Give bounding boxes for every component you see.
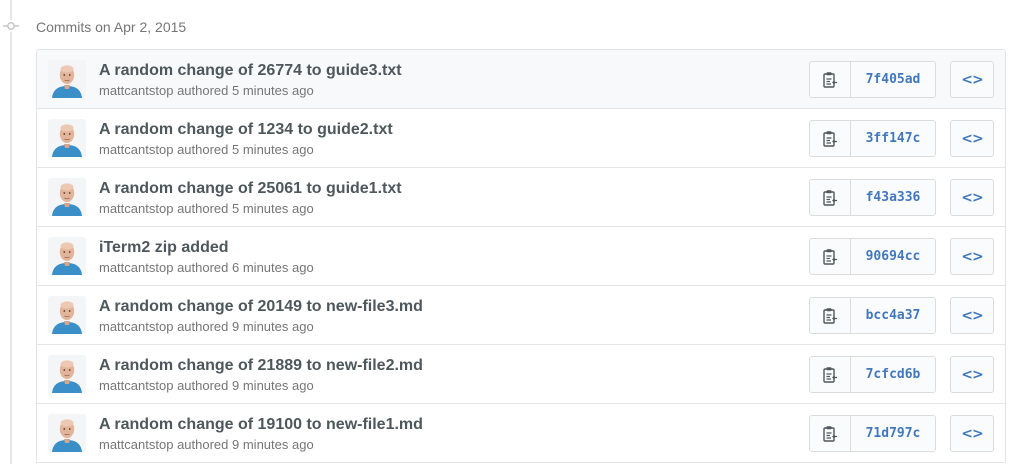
commit-time: 9 minutes ago: [232, 378, 314, 393]
commit-sha-link[interactable]: 90694cc: [851, 239, 935, 274]
commit-author[interactable]: mattcantstop: [99, 201, 173, 216]
code-icon: <>: [961, 366, 983, 383]
code-icon: <>: [961, 71, 983, 88]
commit-meta: mattcantstop authored 5 minutes ago: [99, 142, 314, 158]
commit-title[interactable]: A random change of 20149 to new-file3.md: [99, 297, 423, 317]
user-avatar[interactable]: [48, 178, 86, 216]
commit-action: authored: [177, 437, 229, 452]
browse-code-button[interactable]: <>: [950, 61, 994, 98]
commit-action: authored: [177, 319, 229, 334]
commit-sha-link[interactable]: 7f405ad: [851, 62, 935, 97]
commit-date-header: Commits on Apr 2, 2015: [36, 19, 187, 35]
browse-code-button[interactable]: <>: [950, 238, 994, 275]
code-icon: <>: [961, 425, 983, 442]
commit-title[interactable]: iTerm2 zip added: [99, 238, 229, 258]
sha-button-group: f43a336: [809, 179, 936, 216]
commit-meta: mattcantstop authored 9 minutes ago: [99, 378, 314, 394]
commit-author[interactable]: mattcantstop: [99, 437, 173, 452]
commit-list: A random change of 26774 to guide3.txt m…: [36, 49, 1006, 463]
browse-code-button[interactable]: <>: [950, 120, 994, 157]
code-icon: <>: [961, 248, 983, 265]
commit-action: authored: [177, 260, 229, 275]
commit-time: 9 minutes ago: [232, 437, 314, 452]
commit-author[interactable]: mattcantstop: [99, 378, 173, 393]
commit-row: A random change of 20149 to new-file3.md…: [37, 286, 1005, 345]
clippy-icon[interactable]: [810, 239, 851, 274]
commit-row: iTerm2 zip added mattcantstop authored 6…: [37, 227, 1005, 286]
commit-title[interactable]: A random change of 21889 to new-file2.md: [99, 356, 423, 376]
browse-code-button[interactable]: <>: [950, 415, 994, 452]
commit-meta: mattcantstop authored 9 minutes ago: [99, 437, 314, 453]
clippy-icon[interactable]: [810, 62, 851, 97]
commit-meta: mattcantstop authored 5 minutes ago: [99, 83, 314, 99]
commit-row: A random change of 26774 to guide3.txt m…: [37, 50, 1005, 109]
commit-sha-link[interactable]: f43a336: [851, 180, 935, 215]
clippy-icon[interactable]: [810, 357, 851, 392]
commit-sha-link[interactable]: 71d797c: [851, 416, 935, 451]
commit-time: 9 minutes ago: [232, 319, 314, 334]
commit-title[interactable]: A random change of 26774 to guide3.txt: [99, 61, 402, 81]
user-avatar[interactable]: [48, 355, 86, 393]
clippy-icon[interactable]: [810, 180, 851, 215]
commit-action: authored: [177, 378, 229, 393]
commit-author[interactable]: mattcantstop: [99, 319, 173, 334]
commits-page: Commits on Apr 2, 2015 A random change o…: [0, 0, 1022, 464]
browse-code-button[interactable]: <>: [950, 356, 994, 393]
commit-meta: mattcantstop authored 5 minutes ago: [99, 201, 314, 217]
commit-meta: mattcantstop authored 6 minutes ago: [99, 260, 314, 276]
sha-button-group: 71d797c: [809, 415, 936, 452]
commit-row: A random change of 19100 to new-file1.md…: [37, 404, 1005, 463]
user-avatar[interactable]: [48, 237, 86, 275]
sha-button-group: 7cfcd6b: [809, 356, 936, 393]
clippy-icon[interactable]: [810, 121, 851, 156]
sha-button-group: 7f405ad: [809, 61, 936, 98]
commit-time: 5 minutes ago: [232, 142, 314, 157]
commit-time: 5 minutes ago: [232, 201, 314, 216]
sha-button-group: 3ff147c: [809, 120, 936, 157]
user-avatar[interactable]: [48, 296, 86, 334]
commit-action: authored: [177, 142, 229, 157]
commit-title[interactable]: A random change of 1234 to guide2.txt: [99, 120, 393, 140]
code-icon: <>: [961, 130, 983, 147]
commit-sha-link[interactable]: bcc4a37: [851, 298, 935, 333]
clippy-icon[interactable]: [810, 416, 851, 451]
browse-code-button[interactable]: <>: [950, 179, 994, 216]
commit-author[interactable]: mattcantstop: [99, 260, 173, 275]
timeline-line: [10, 0, 12, 464]
commit-row: A random change of 21889 to new-file2.md…: [37, 345, 1005, 404]
commit-row: A random change of 1234 to guide2.txt ma…: [37, 109, 1005, 168]
commit-time: 5 minutes ago: [232, 83, 314, 98]
browse-code-button[interactable]: <>: [950, 297, 994, 334]
commit-author[interactable]: mattcantstop: [99, 83, 173, 98]
sha-button-group: 90694cc: [809, 238, 936, 275]
sha-button-group: bcc4a37: [809, 297, 936, 334]
user-avatar[interactable]: [48, 414, 86, 452]
user-avatar[interactable]: [48, 60, 86, 98]
code-icon: <>: [961, 189, 983, 206]
commit-action: authored: [177, 201, 229, 216]
code-icon: <>: [961, 307, 983, 324]
commit-title[interactable]: A random change of 19100 to new-file1.md: [99, 415, 423, 435]
commit-row: A random change of 25061 to guide1.txt m…: [37, 168, 1005, 227]
commit-time: 6 minutes ago: [232, 260, 314, 275]
clippy-icon[interactable]: [810, 298, 851, 333]
commit-action: authored: [177, 83, 229, 98]
commit-author[interactable]: mattcantstop: [99, 142, 173, 157]
commit-sha-link[interactable]: 7cfcd6b: [851, 357, 935, 392]
commit-sha-link[interactable]: 3ff147c: [851, 121, 935, 156]
commit-meta: mattcantstop authored 9 minutes ago: [99, 319, 314, 335]
commit-title[interactable]: A random change of 25061 to guide1.txt: [99, 179, 402, 199]
user-avatar[interactable]: [48, 119, 86, 157]
git-commit-icon: [3, 20, 19, 32]
